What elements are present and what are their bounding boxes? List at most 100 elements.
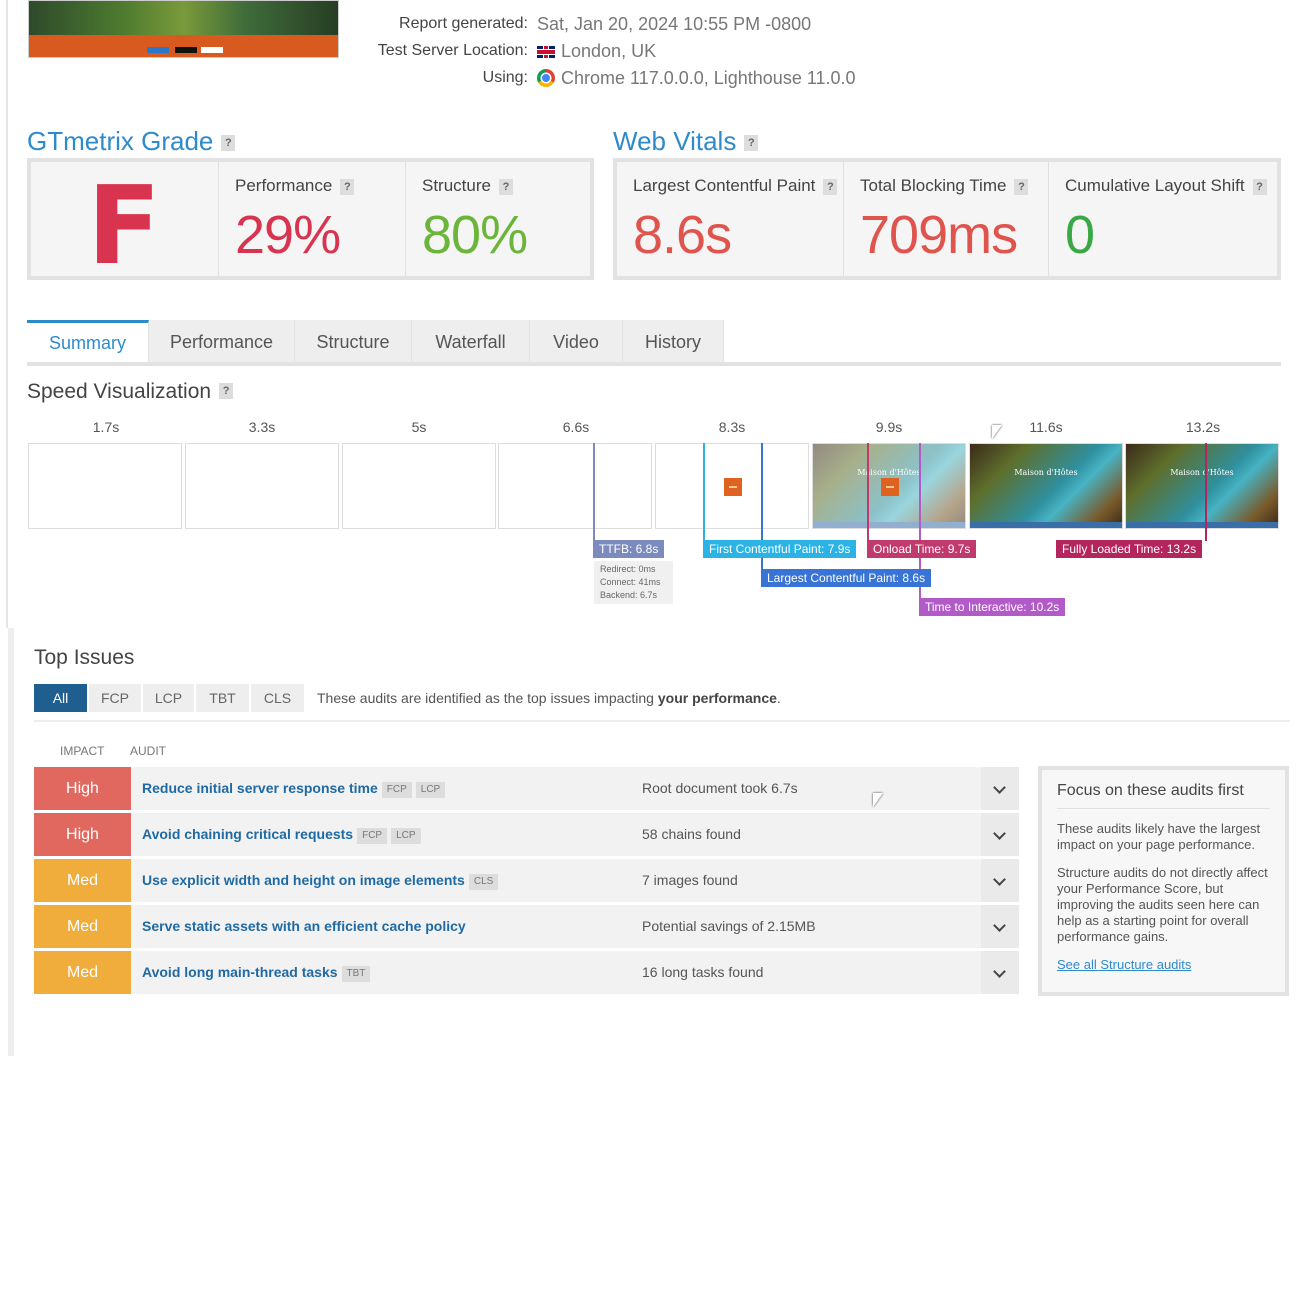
test-location-row: Test Server Location:: [300, 39, 528, 63]
chevron-down-icon[interactable]: [981, 905, 1019, 948]
fcp-marker: First Contentful Paint: 7.9s: [703, 540, 857, 558]
tab-performance[interactable]: Performance: [149, 320, 295, 362]
speed-visualization-title: Speed Visualization?: [27, 380, 234, 404]
site-logo-icon: [881, 478, 899, 496]
filmstrip-frame[interactable]: [342, 443, 496, 529]
chevron-down-icon[interactable]: [981, 951, 1019, 994]
help-icon[interactable]: ?: [1014, 179, 1029, 195]
filmstrip-frame[interactable]: [655, 443, 809, 529]
tab-waterfall[interactable]: Waterfall: [412, 320, 530, 362]
help-icon[interactable]: ?: [823, 179, 838, 195]
focus-panel: Focus on these audits first These audits…: [1038, 766, 1289, 996]
timeline-tick: 6.6s: [562, 419, 590, 435]
metric-tag: CLS: [468, 874, 499, 890]
using-label: Using:: [482, 69, 528, 86]
metric-tag: FCP: [357, 828, 388, 844]
issue-row[interactable]: Med Serve static assets with an efficien…: [34, 905, 1019, 948]
lcp-marker: Largest Contentful Paint: 8.6s: [761, 569, 932, 587]
chrome-icon: [537, 69, 555, 87]
timeline-tick: 5s: [411, 419, 427, 435]
tbt-value: 709ms: [860, 205, 1018, 265]
test-location-value: London, UK: [537, 39, 656, 63]
cls-label: Cumulative Layout Shift?: [1065, 176, 1267, 196]
timeline-tick: 8.3s: [718, 419, 746, 435]
filmstrip-frame[interactable]: [28, 443, 182, 529]
issue-row[interactable]: Med Use explicit width and height on ima…: [34, 859, 1019, 902]
metric-tag: TBT: [341, 966, 371, 982]
filmstrip-frame[interactable]: Maison d'Hôtes: [969, 443, 1123, 529]
grade-cell: F: [31, 162, 219, 289]
frame-caption: Maison d'Hôtes: [1014, 468, 1078, 477]
issue-row[interactable]: High Avoid chaining critical requests FCP…: [34, 813, 1019, 856]
help-icon[interactable]: ?: [219, 383, 234, 399]
tab-structure[interactable]: Structure: [295, 320, 412, 362]
issue-row[interactable]: Med Avoid long main-thread tasks TBT 16 l…: [34, 951, 1019, 994]
left-border: [6, 0, 8, 628]
cls-cell: Cumulative Layout Shift? 0: [1049, 162, 1277, 276]
audit-title[interactable]: Avoid chaining critical requests FCP LCP: [142, 813, 421, 856]
lcp-cell: Largest Contentful Paint? 8.6s: [617, 162, 844, 276]
tab-summary[interactable]: Summary: [27, 320, 149, 362]
onload-line: [867, 443, 869, 541]
help-icon[interactable]: ?: [744, 135, 759, 151]
audit-title[interactable]: Reduce initial server response time FCP LC…: [142, 767, 446, 810]
filter-tbt[interactable]: TBT: [196, 684, 249, 712]
audit-title[interactable]: Use explicit width and height on image e…: [142, 859, 499, 902]
help-icon[interactable]: ?: [221, 135, 236, 151]
see-all-structure-link[interactable]: See all Structure audits: [1057, 957, 1270, 972]
impact-badge: Med: [34, 859, 131, 902]
onload-marker: Onload Time: 9.7s: [867, 540, 977, 558]
filter-fcp[interactable]: FCP: [89, 684, 141, 712]
audit-title[interactable]: Serve static assets with an efficient ca…: [142, 905, 466, 948]
impact-badge: High: [34, 813, 131, 856]
cls-value: 0: [1065, 205, 1095, 265]
tti-marker: Time to Interactive: 10.2s: [919, 598, 1066, 616]
impact-badge: Med: [34, 951, 131, 994]
performance-label: Performance?: [235, 176, 355, 196]
focus-text-2: Structure audits do not directly affect …: [1057, 865, 1268, 944]
metric-tag: FCP: [381, 782, 412, 798]
gtmetrix-grade-title: GTmetrix Grade?: [27, 126, 236, 157]
filmstrip-frame[interactable]: Maison d'Hôtes: [812, 443, 966, 529]
web-vitals-panel: Largest Contentful Paint? 8.6s Total Blo…: [613, 158, 1281, 280]
uk-flag-icon: [537, 46, 555, 58]
ttfb-detail: Redirect: 0ms Connect: 41ms Backend: 6.7…: [594, 561, 673, 604]
help-icon[interactable]: ?: [498, 179, 513, 195]
issue-row[interactable]: High Reduce initial server response time…: [34, 767, 1019, 810]
audit-title[interactable]: Avoid long main-thread tasks TBT: [142, 951, 371, 994]
filmstrip-frame[interactable]: [185, 443, 339, 529]
chevron-down-icon[interactable]: [981, 859, 1019, 902]
chevron-down-icon[interactable]: [981, 767, 1019, 810]
lcp-label: Largest Contentful Paint?: [633, 176, 838, 196]
tab-video[interactable]: Video: [530, 320, 623, 362]
top-issues-title: Top Issues: [34, 646, 135, 669]
timeline-tick: 11.6s: [1029, 419, 1063, 435]
frame-caption: Maison d'Hôtes: [1170, 468, 1234, 477]
report-generated-value: Sat, Jan 20, 2024 10:55 PM -0800: [537, 14, 812, 34]
chevron-down-icon[interactable]: [981, 813, 1019, 856]
tab-history[interactable]: History: [623, 320, 724, 362]
filmstrip-frame[interactable]: [498, 443, 652, 529]
timeline-tick: 13.2s: [1185, 419, 1221, 435]
structure-label: Structure?: [422, 176, 513, 196]
page-screenshot-thumbnail[interactable]: [28, 0, 339, 58]
help-icon[interactable]: ?: [340, 179, 355, 195]
site-logo-icon: [724, 478, 742, 496]
filter-lcp[interactable]: LCP: [143, 684, 194, 712]
fcp-line: [703, 443, 705, 541]
focus-text-1: These audits likely have the largest imp…: [1057, 821, 1261, 852]
audit-finding: Potential savings of 2.15MB: [642, 918, 816, 934]
help-icon[interactable]: ?: [1252, 179, 1267, 195]
timeline-tick: 3.3s: [248, 419, 276, 435]
metric-tag: LCP: [391, 828, 421, 844]
filter-all[interactable]: All: [34, 684, 87, 712]
focus-title: Focus on these audits first: [1057, 782, 1270, 809]
metric-tag: LCP: [415, 782, 446, 798]
tbt-cell: Total Blocking Time? 709ms: [844, 162, 1049, 276]
audit-column-header: AUDIT: [130, 744, 166, 758]
filmstrip-frame[interactable]: Maison d'Hôtes: [1125, 443, 1279, 529]
filter-cls[interactable]: CLS: [251, 684, 304, 712]
report-generated-label: Report generated:: [399, 15, 528, 32]
divider: [34, 720, 1290, 722]
grade-letter: F: [87, 164, 161, 289]
